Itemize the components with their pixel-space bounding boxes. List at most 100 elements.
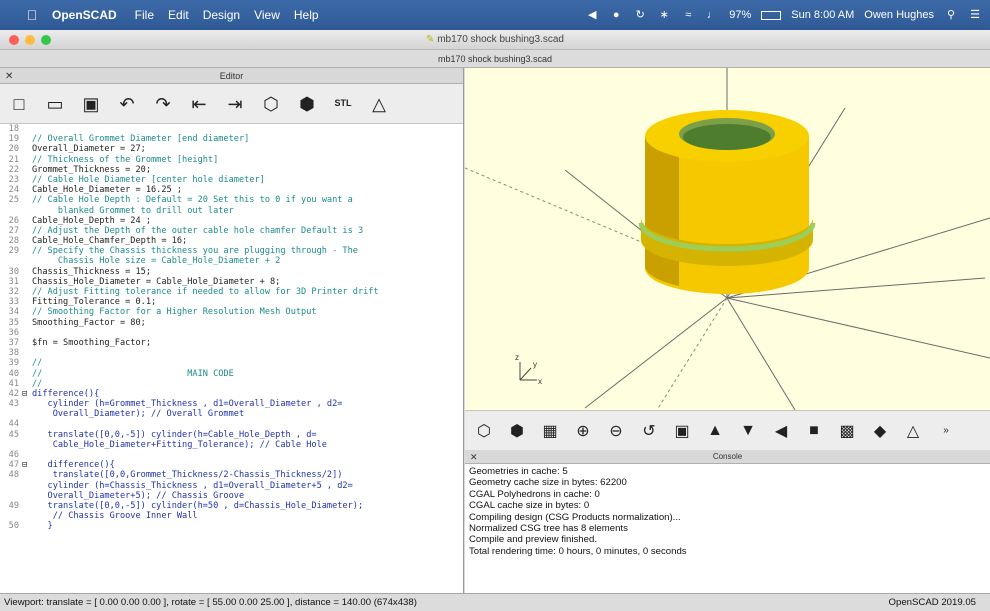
code-line[interactable]: 46 (0, 450, 464, 460)
fold-marker[interactable] (22, 419, 32, 429)
fold-marker[interactable]: ⊟ (22, 460, 32, 470)
code-line[interactable]: 38 (0, 348, 464, 358)
clock[interactable]: Sun 8:00 AM (791, 9, 854, 21)
view-top-icon[interactable]: ▲ (704, 420, 726, 442)
code-line[interactable]: 32 // Adjust Fitting tolerance if needed … (0, 287, 464, 297)
code-line[interactable]: 24 Cable_Hole_Diameter = 16.25 ; (0, 185, 464, 195)
render-icon[interactable]: ⬢ (506, 420, 528, 442)
indent-icon[interactable]: ⇥ (224, 93, 246, 115)
fold-marker[interactable] (22, 399, 32, 409)
save-file-icon[interactable]: ▣ (80, 93, 102, 115)
document-tab[interactable]: mb170 shock bushing3.scad (0, 50, 990, 68)
undo-icon[interactable]: ↶ (116, 93, 138, 115)
bluetooth-icon[interactable]: ∗ (657, 9, 671, 21)
apple-icon[interactable]:  (24, 7, 40, 23)
code-line[interactable]: 41 // (0, 379, 464, 389)
view-all-icon[interactable]: ▦ (539, 420, 561, 442)
fold-marker[interactable] (22, 246, 32, 256)
fold-marker[interactable] (22, 450, 32, 460)
code-line[interactable]: 21 // Thickness of the Grommet [height] (0, 155, 464, 165)
fold-marker[interactable] (22, 226, 32, 236)
view-left-icon[interactable]: ◀ (770, 420, 792, 442)
app-menu[interactable]: OpenSCAD (52, 8, 117, 22)
code-line[interactable]: 34 // Smoothing Factor for a Higher Resol… (0, 307, 464, 317)
fold-marker[interactable] (22, 358, 32, 368)
notification-center-icon[interactable]: ☰ (968, 9, 982, 21)
fold-marker[interactable] (22, 267, 32, 277)
code-line[interactable]: 29 // Specify the Chassis thickness you a… (0, 246, 464, 256)
open-file-icon[interactable]: ▭ (44, 93, 66, 115)
spotlight-icon[interactable]: ⚲ (944, 9, 958, 21)
fold-marker[interactable] (22, 185, 32, 195)
fold-marker[interactable] (22, 256, 32, 266)
code-line[interactable]: 28 Cable_Hole_Chamfer_Depth = 16; (0, 236, 464, 246)
code-line[interactable]: 33 Fitting_Tolerance = 0.1; (0, 297, 464, 307)
code-line[interactable]: 30 Chassis_Thickness = 15; (0, 267, 464, 277)
fold-marker[interactable] (22, 318, 32, 328)
fold-marker[interactable] (22, 297, 32, 307)
code-line[interactable]: 20 Overall_Diameter = 27; (0, 144, 464, 154)
zoom-out-icon[interactable]: ⊖ (605, 420, 627, 442)
preview-icon[interactable]: ⬡ (260, 93, 282, 115)
close-window-button[interactable] (9, 35, 19, 45)
volume-icon[interactable]: ♩ (705, 9, 719, 21)
new-file-icon[interactable]: □ (8, 93, 30, 115)
fold-marker[interactable] (22, 155, 32, 165)
fold-marker[interactable] (22, 481, 32, 491)
fold-marker[interactable] (22, 216, 32, 226)
close-console-icon[interactable]: ✕ (470, 450, 478, 464)
fold-marker[interactable] (22, 328, 32, 338)
code-line[interactable]: Overall_Diameter); // Overall Grommet (0, 409, 464, 419)
code-line[interactable]: Overall_Diameter+5); // Chassis Groove (0, 491, 464, 501)
code-line[interactable]: 26 Cable_Hole_Depth = 24 ; (0, 216, 464, 226)
fold-marker[interactable] (22, 175, 32, 185)
fold-marker[interactable] (22, 338, 32, 348)
send-to-print-icon[interactable]: △ (368, 93, 390, 115)
code-line[interactable]: Chassis Hole size = Cable_Hole_Diameter … (0, 256, 464, 266)
code-line[interactable]: 19 // Overall Grommet Diameter [end diame… (0, 134, 464, 144)
fold-marker[interactable] (22, 379, 32, 389)
code-line[interactable]: cylinder (h=Chassis_Thickness , d1=Overa… (0, 481, 464, 491)
toolbar-overflow-icon[interactable]: » (935, 420, 957, 442)
code-editor[interactable]: 18 19 // Overall Grommet Diameter [end dia… (0, 124, 464, 593)
code-line[interactable]: 43 cylinder (h=Grommet_Thickness , d1=Ov… (0, 399, 464, 409)
view-right-icon[interactable]: ▣ (671, 420, 693, 442)
code-line[interactable]: 18 (0, 124, 464, 134)
battery-icon[interactable] (761, 10, 782, 20)
code-line[interactable]: 45 translate([0,0,-5]) cylinder(h=Cable_… (0, 430, 464, 440)
code-line[interactable]: // Chassis Groove Inner Wall (0, 511, 464, 521)
menu-file[interactable]: File (135, 8, 154, 22)
minimize-window-button[interactable] (25, 35, 35, 45)
reset-view-icon[interactable]: ↺ (638, 420, 660, 442)
code-line[interactable]: 23 // Cable Hole Diameter [center hole di… (0, 175, 464, 185)
menu-help[interactable]: Help (294, 8, 319, 22)
fold-marker[interactable] (22, 369, 32, 379)
fold-marker[interactable]: ⊟ (22, 389, 32, 399)
view-front-icon[interactable]: ■ (803, 420, 825, 442)
fold-marker[interactable] (22, 124, 32, 134)
code-line[interactable]: blanked Grommet to drill out later (0, 206, 464, 216)
time-machine-icon[interactable]: ↻ (633, 9, 647, 21)
code-line[interactable]: 39 // (0, 358, 464, 368)
app-status-icon[interactable]: ◀ (585, 9, 599, 21)
code-line[interactable]: 36 (0, 328, 464, 338)
perspective-icon[interactable]: △ (902, 420, 924, 442)
fold-marker[interactable] (22, 165, 32, 175)
render-icon[interactable]: ⬢ (296, 93, 318, 115)
menu-view[interactable]: View (254, 8, 280, 22)
fold-marker[interactable] (22, 521, 32, 531)
fold-marker[interactable] (22, 409, 32, 419)
code-line[interactable]: 42 ⊟ difference(){ (0, 389, 464, 399)
code-line[interactable]: 47 ⊟ difference(){ (0, 460, 464, 470)
fold-marker[interactable] (22, 134, 32, 144)
code-line[interactable]: 22 Grommet_Thickness = 20; (0, 165, 464, 175)
fold-marker[interactable] (22, 491, 32, 501)
fold-marker[interactable] (22, 348, 32, 358)
view-back-icon[interactable]: ▩ (836, 420, 858, 442)
fold-marker[interactable] (22, 287, 32, 297)
view-diagonal-icon[interactable]: ◆ (869, 420, 891, 442)
fold-marker[interactable] (22, 470, 32, 480)
code-line[interactable]: 25 // Cable Hole Depth : Default = 20 Set… (0, 195, 464, 205)
fold-marker[interactable] (22, 195, 32, 205)
record-icon[interactable]: ● (609, 9, 623, 21)
